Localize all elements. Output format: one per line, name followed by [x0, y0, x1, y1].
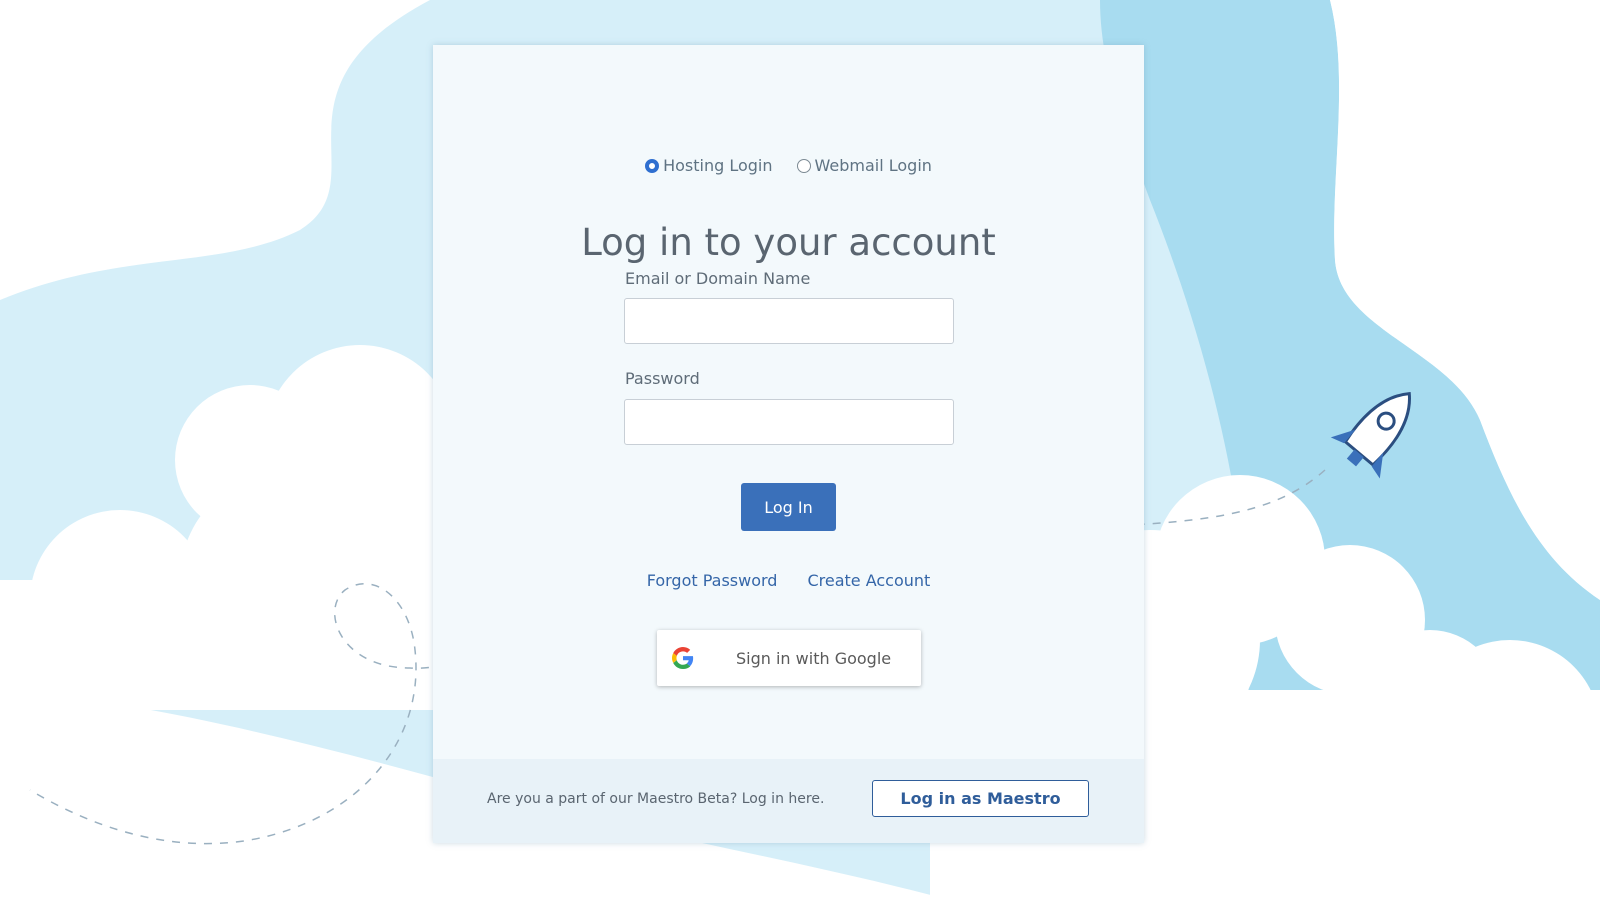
create-account-link[interactable]: Create Account — [807, 571, 930, 590]
email-input[interactable] — [624, 298, 954, 344]
google-icon — [672, 647, 694, 669]
maestro-footer-text: Are you a part of our Maestro Beta? Log … — [487, 791, 825, 807]
forgot-password-link[interactable]: Forgot Password — [647, 571, 778, 590]
maestro-footer: Are you a part of our Maestro Beta? Log … — [433, 759, 1144, 843]
radio-hosting-login[interactable]: Hosting Login — [645, 156, 773, 175]
google-signin-button[interactable]: Sign in with Google — [657, 630, 921, 686]
login-type-selector: Hosting Login Webmail Login — [433, 156, 1144, 175]
radio-hosting-label[interactable]: Hosting Login — [663, 156, 772, 175]
email-label: Email or Domain Name — [625, 269, 811, 288]
maestro-login-button[interactable]: Log in as Maestro — [872, 780, 1089, 817]
radio-selected-icon[interactable] — [645, 158, 660, 173]
password-input[interactable] — [624, 399, 954, 445]
radio-unselected-icon[interactable] — [796, 158, 811, 173]
password-label: Password — [625, 369, 700, 388]
radio-webmail-label[interactable]: Webmail Login — [815, 156, 932, 175]
login-button[interactable]: Log In — [741, 483, 836, 531]
page-title: Log in to your account — [581, 221, 996, 264]
radio-webmail-login[interactable]: Webmail Login — [796, 156, 932, 175]
account-links: Forgot Password Create Account — [433, 571, 1144, 590]
google-signin-label: Sign in with Google — [736, 648, 892, 668]
login-card: Hosting Login Webmail Login Log in to yo… — [433, 45, 1144, 843]
